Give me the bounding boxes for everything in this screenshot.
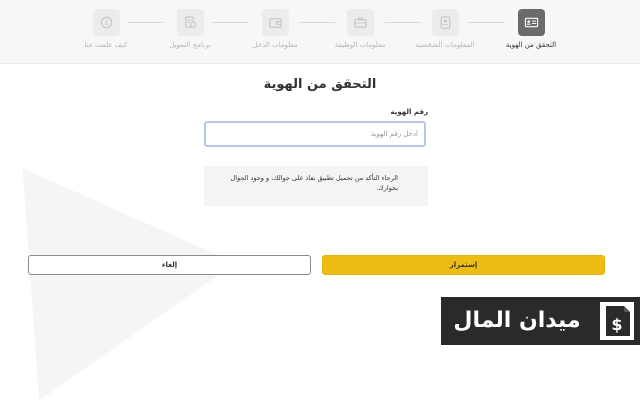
finance-program-icon bbox=[176, 9, 204, 36]
step-label: برنامج التمويل bbox=[169, 41, 211, 49]
briefcase-icon bbox=[346, 9, 374, 36]
logo: ميدان المال $ bbox=[441, 297, 640, 345]
step-identity-verification[interactable]: التحقق من الهوية bbox=[486, 9, 576, 49]
id-number-input[interactable] bbox=[204, 121, 426, 147]
logo-text: ميدان المال bbox=[453, 308, 581, 333]
id-card-icon bbox=[517, 9, 545, 36]
step-label: المعلومات الشخصية bbox=[415, 41, 475, 49]
step-label: التحقق من الهوية bbox=[505, 41, 557, 49]
nafath-notice: الرجاء التأكد من تحميل تطبيق نفاذ على جو… bbox=[204, 166, 428, 206]
step-label: معلومات الوظيفة bbox=[334, 41, 386, 49]
continue-button[interactable]: إستمرار bbox=[322, 255, 605, 275]
money-document-icon: $ bbox=[600, 302, 634, 340]
step-how-did-you-hear[interactable]: كيف علمت عنا bbox=[61, 9, 151, 49]
info-icon bbox=[92, 9, 120, 36]
progress-stepper: التحقق من الهوية المعلومات الشخصية معلوم… bbox=[0, 0, 640, 64]
id-number-label: رقم الهوية bbox=[390, 108, 428, 116]
cancel-button[interactable]: إلغاء bbox=[28, 255, 311, 275]
svg-text:$: $ bbox=[611, 315, 622, 334]
step-label: كيف علمت عنا bbox=[84, 41, 128, 49]
step-job-information[interactable]: معلومات الوظيفة bbox=[315, 9, 405, 49]
background-decoration bbox=[0, 99, 236, 401]
profile-document-icon bbox=[431, 9, 459, 36]
step-finance-program[interactable]: برنامج التمويل bbox=[145, 9, 235, 49]
step-label: معلومات الدخل bbox=[252, 41, 298, 49]
step-income-information[interactable]: معلومات الدخل bbox=[230, 9, 320, 49]
page-title: التحقق من الهوية bbox=[263, 77, 377, 92]
step-personal-information[interactable]: المعلومات الشخصية bbox=[400, 9, 490, 49]
wallet-icon bbox=[261, 9, 289, 36]
